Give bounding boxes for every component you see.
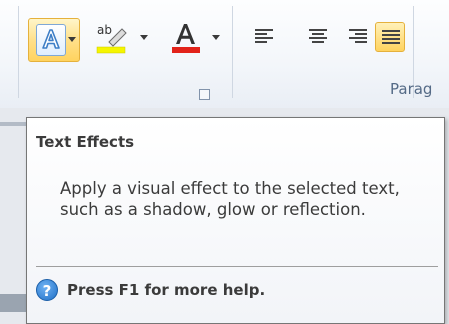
tooltip-divider	[36, 266, 438, 267]
align-left-button[interactable]	[249, 22, 279, 52]
text-effects-tooltip: Text Effects Apply a visual effect to th…	[26, 117, 445, 324]
font-color-button[interactable]	[168, 20, 204, 56]
paragraph-group-label: Parag	[390, 80, 433, 98]
tooltip-title: Text Effects	[36, 133, 135, 151]
help-icon: ?	[36, 279, 58, 301]
highlighter-icon: ab	[96, 23, 127, 54]
align-right-icon	[349, 29, 367, 43]
chevron-down-icon[interactable]	[140, 35, 148, 40]
font-dialog-launcher-icon[interactable]	[199, 89, 210, 100]
align-center-button[interactable]	[303, 22, 333, 52]
ruler-mark	[0, 294, 26, 312]
ribbon-separator	[18, 6, 19, 98]
text-highlight-color-button[interactable]: ab	[95, 20, 131, 56]
text-effects-button[interactable]	[28, 18, 80, 62]
chevron-down-icon[interactable]	[212, 35, 220, 40]
align-right-button[interactable]	[343, 22, 373, 52]
justify-button[interactable]	[375, 22, 405, 52]
svg-text:ab: ab	[97, 23, 112, 37]
font-color-icon	[172, 24, 200, 53]
align-left-icon	[255, 29, 273, 43]
ribbon-separator	[232, 6, 233, 98]
tooltip-description: Apply a visual effect to the selected te…	[60, 179, 400, 219]
justify-icon	[382, 30, 400, 44]
chevron-down-icon[interactable]	[68, 37, 76, 42]
align-center-icon	[309, 29, 327, 43]
text-effects-icon	[36, 24, 66, 56]
ribbon: ab Parag	[0, 0, 449, 109]
tooltip-help-text: Press F1 for more help.	[67, 281, 266, 299]
ruler-mark	[0, 122, 28, 126]
